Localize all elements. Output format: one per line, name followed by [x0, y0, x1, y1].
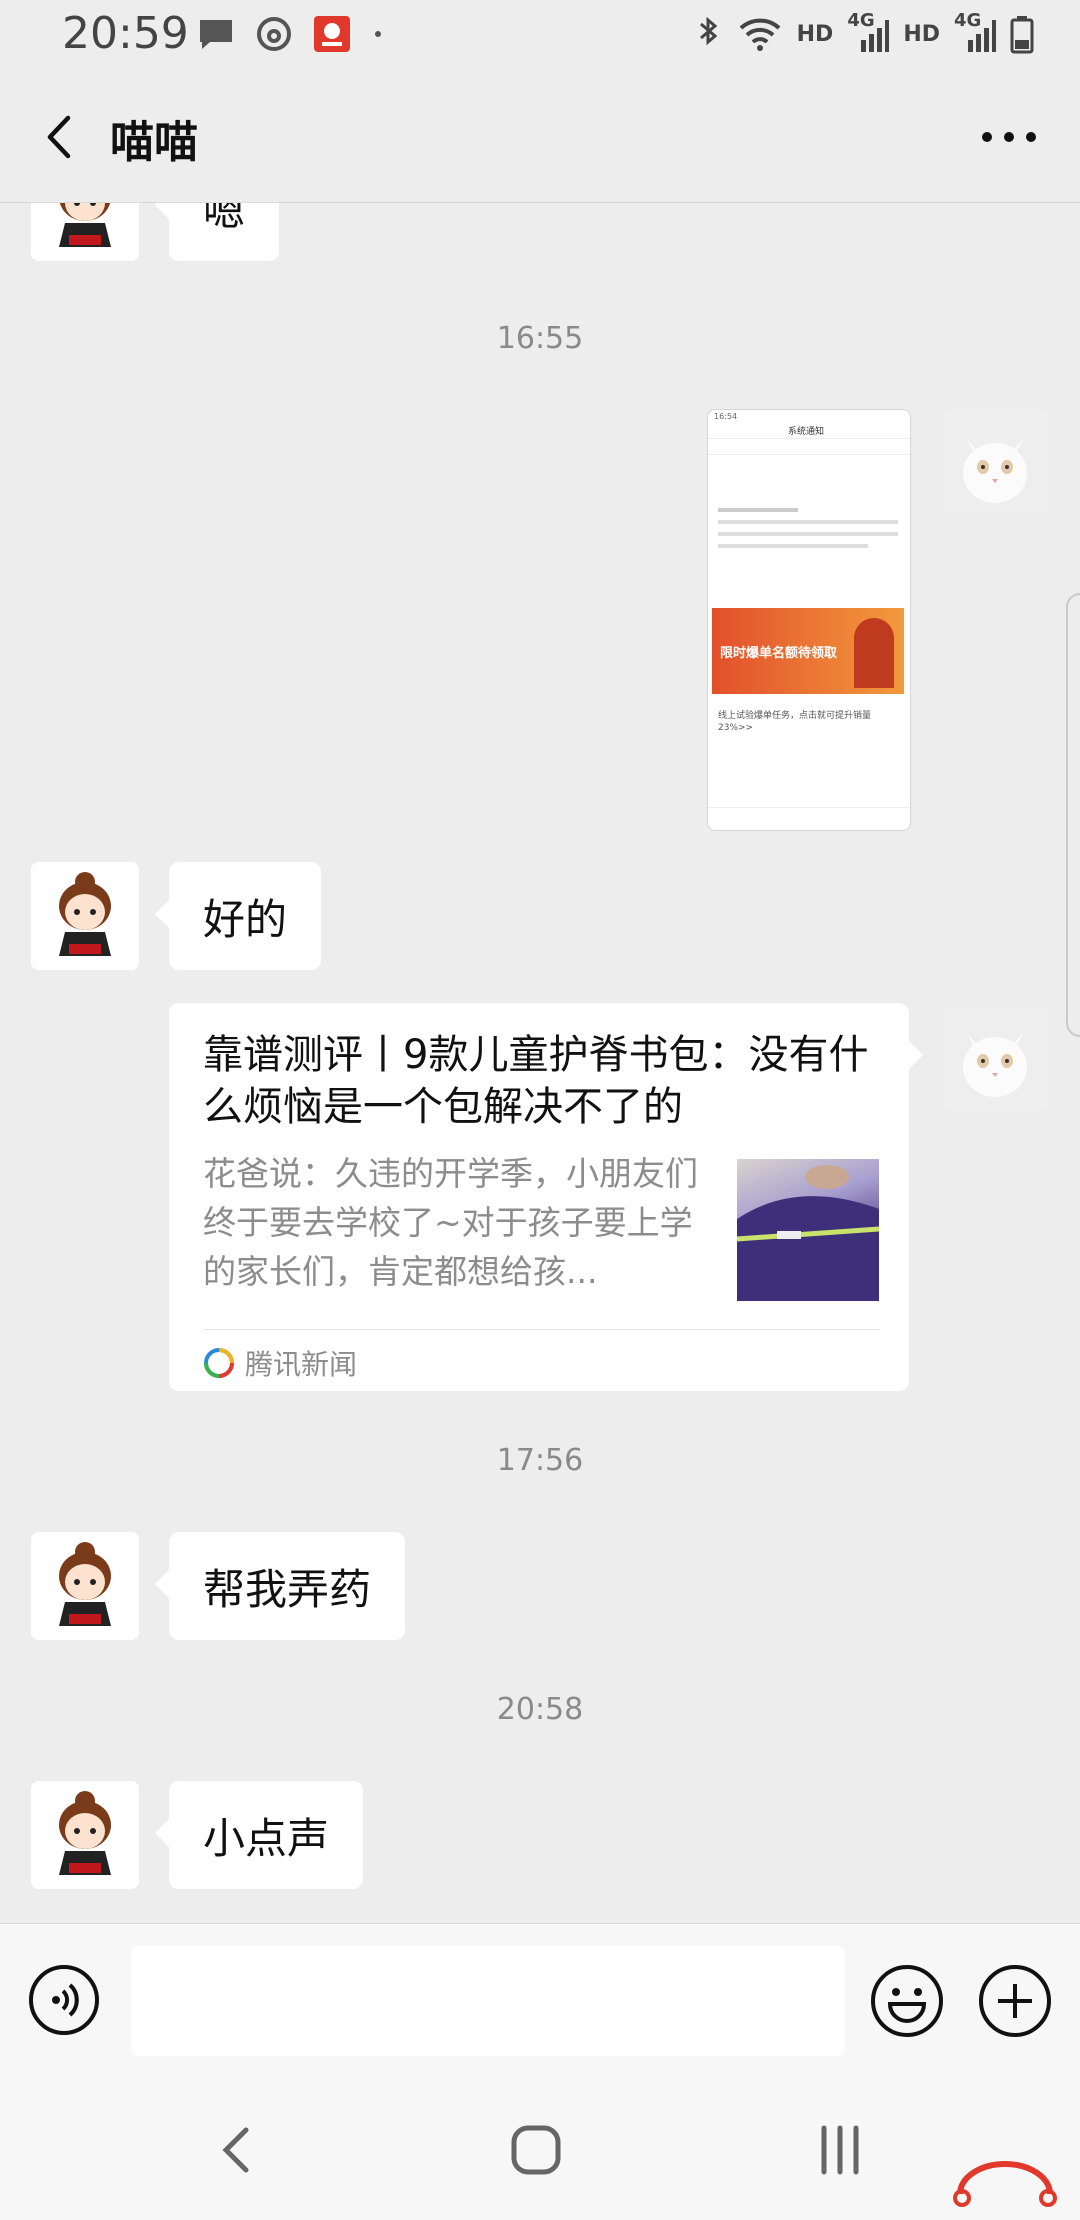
contact-avatar[interactable] — [31, 862, 139, 970]
notification-icons — [196, 14, 384, 54]
network-type: HD — [796, 21, 834, 47]
thumb-header: 16:54 系统通知 — [708, 410, 910, 439]
signal-1: 4G — [847, 10, 890, 54]
system-home-icon[interactable] — [508, 2122, 564, 2178]
more-functions-plus-icon[interactable] — [978, 1964, 1052, 2038]
cartoon-girl-avatar-icon — [31, 862, 139, 970]
contact-avatar[interactable] — [31, 1532, 139, 1640]
contact-avatar[interactable] — [31, 203, 139, 261]
thumb-title: 系统通知 — [788, 427, 825, 437]
emoji-icon[interactable] — [870, 1964, 944, 2038]
article-source: 腾讯新闻 — [203, 1343, 357, 1383]
message-bubble[interactable]: 帮我弄药 — [154, 1532, 406, 1640]
cartoon-girl-avatar-icon — [31, 1532, 139, 1640]
message-icon — [200, 20, 232, 49]
message-timestamp: 20:58 — [496, 1692, 584, 1727]
system-navigation-bar — [0, 2080, 1080, 2220]
thumb-banner-text: 限时爆单名额待领取 — [720, 646, 838, 661]
shared-article-card[interactable]: 靠谱测评丨9款儿童护脊书包：没有什么烦恼是一个包解决不了的 花爸说：久违的开学季… — [169, 1003, 923, 1391]
netease-music-icon — [257, 17, 291, 51]
article-thumbnail — [737, 1159, 879, 1301]
message-input-bar — [0, 1923, 1080, 2081]
app-notification-icon — [314, 16, 350, 52]
signal-icon-2 — [968, 20, 996, 52]
tencent-news-icon — [204, 1348, 234, 1378]
watermark-logo-icon — [953, 2161, 1057, 2207]
edge-panel-handle[interactable] — [1066, 593, 1080, 1037]
my-avatar[interactable] — [941, 1003, 1049, 1111]
message-text: 帮我弄药 — [203, 1564, 372, 1614]
chat-header: 喵喵 — [0, 72, 1080, 203]
back-arrow-icon[interactable] — [36, 112, 86, 162]
thumb-tabs — [708, 440, 910, 455]
signal-2: 4G — [954, 10, 996, 54]
network-type-2: HD — [903, 21, 940, 47]
system-recent-apps-icon[interactable] — [812, 2122, 868, 2178]
status-bar: 20:59 HD 4G HD 4G — [0, 0, 1080, 72]
thumb-navbar — [708, 807, 910, 830]
white-cat-avatar-icon — [941, 1003, 1049, 1111]
message-timestamp: 16:55 — [496, 321, 584, 356]
screenshot-image-message[interactable]: 16:54 系统通知 限时爆单名额待领取 线上试验爆单任务，点击就可提升销量23… — [707, 409, 911, 831]
status-time: 20:59 — [62, 8, 189, 59]
battery-icon — [1010, 16, 1034, 54]
bluetooth-icon — [699, 16, 717, 46]
signal-icon — [861, 20, 890, 52]
system-back-icon[interactable] — [210, 2122, 266, 2178]
message-text: 嗯 — [203, 203, 246, 235]
my-avatar[interactable] — [941, 409, 1049, 517]
message-timestamp: 17:56 — [496, 1443, 584, 1478]
message-bubble[interactable]: 好的 — [154, 862, 322, 970]
message-text: 小点声 — [203, 1813, 330, 1863]
dot-icon — [375, 31, 381, 37]
message-bubble[interactable]: 小点声 — [154, 1781, 364, 1889]
thumb-time: 16:54 — [714, 412, 738, 421]
chat-title: 喵喵 — [110, 117, 198, 168]
message-text: 好的 — [203, 894, 288, 944]
cartoon-girl-avatar-icon — [31, 203, 139, 261]
wifi-icon — [739, 18, 780, 51]
thumb-gray-lines — [718, 500, 898, 556]
message-text-input[interactable] — [131, 1946, 845, 2056]
source-name: 腾讯新闻 — [245, 1348, 358, 1381]
voice-input-icon[interactable] — [28, 1964, 100, 2036]
status-right: HD 4G HD 4G — [693, 10, 1034, 54]
white-cat-avatar-icon — [941, 409, 1049, 517]
article-title: 靠谱测评丨9款儿童护脊书包：没有什么烦恼是一个包解决不了的 — [203, 1032, 869, 1130]
chat-message-list[interactable]: 嗯 16:55 16:54 系统通知 限时爆单名额待领取 线上试验爆单任务，点击… — [0, 203, 1080, 1923]
thumb-banner: 限时爆单名额待领取 — [712, 608, 904, 694]
cartoon-girl-avatar-icon — [31, 1781, 139, 1889]
message-bubble[interactable]: 嗯 — [154, 203, 280, 261]
card-divider — [203, 1329, 879, 1330]
schoolbag-thumbnail-icon — [737, 1165, 879, 1301]
contact-avatar[interactable] — [31, 1781, 139, 1889]
article-description: 花爸说：久违的开学季，小朋友们终于要去学校了~对于孩子要上学的家长们，肯定都想给… — [203, 1154, 698, 1291]
more-options-icon[interactable] — [974, 112, 1044, 162]
thumb-body-text: 线上试验爆单任务，点击就可提升销量23%>> — [718, 711, 872, 733]
